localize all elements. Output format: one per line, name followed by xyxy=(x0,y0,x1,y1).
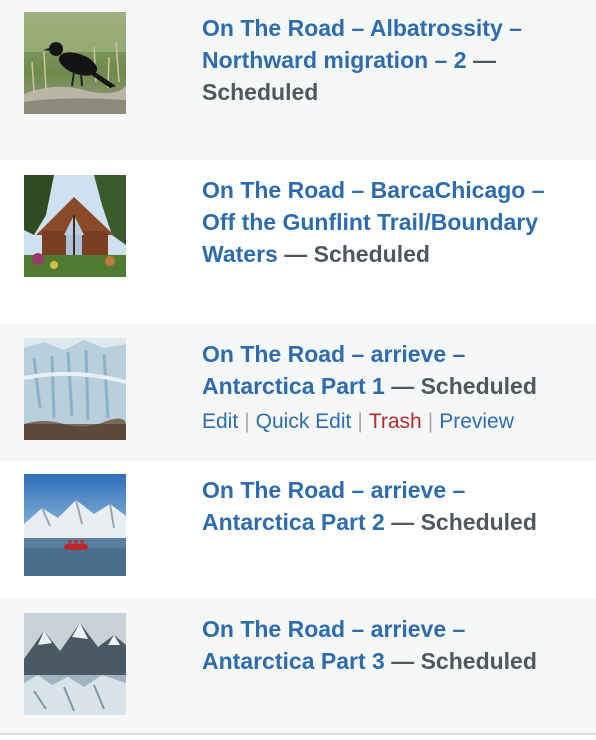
post-title-block: On The Road – arrieve – Antarctica Part … xyxy=(202,613,576,677)
post-status: Scheduled xyxy=(420,648,537,674)
em-dash: — xyxy=(284,241,308,267)
post-title-link[interactable]: Waters xyxy=(202,241,278,267)
post-title-link[interactable]: Antarctica Part 1 xyxy=(202,373,385,399)
post-thumbnail[interactable] xyxy=(24,175,126,277)
post-title-link[interactable]: On The Road – BarcaChicago – xyxy=(202,177,545,203)
log-cabin-photo xyxy=(24,175,126,277)
post-status: Scheduled xyxy=(313,241,430,267)
action-separator: | xyxy=(244,410,250,433)
post-title-block: On The Road – Albatrossity – Northward m… xyxy=(202,12,576,108)
post-list: On The Road – Albatrossity – Northward m… xyxy=(0,0,596,735)
post-status: Scheduled xyxy=(202,79,319,105)
post-title-block: On The Road – arrieve – Antarctica Part … xyxy=(202,474,576,538)
post-row: On The Road – arrieve – Antarctica Part … xyxy=(0,599,596,735)
em-dash: — xyxy=(472,47,496,73)
row-actions: Edit | Quick Edit | Trash | Preview xyxy=(202,408,576,436)
post-title-link[interactable]: On The Road – arrieve – xyxy=(202,477,465,503)
post-status: Scheduled xyxy=(420,509,537,535)
blackbird-photo xyxy=(24,12,126,114)
trash-link[interactable]: Trash xyxy=(369,410,422,433)
edit-link[interactable]: Edit xyxy=(202,410,238,433)
post-status: Scheduled xyxy=(420,373,537,399)
glacier-photo xyxy=(24,338,126,440)
post-title-link[interactable]: Antarctica Part 2 xyxy=(202,509,385,535)
post-row: On The Road – arrieve – Antarctica Part … xyxy=(0,324,596,461)
post-row: On The Road – arrieve – Antarctica Part … xyxy=(0,461,596,599)
preview-link[interactable]: Preview xyxy=(439,410,514,433)
post-row: On The Road – BarcaChicago – Off the Gun… xyxy=(0,160,596,324)
post-title-link[interactable]: Antarctica Part 3 xyxy=(202,648,385,674)
em-dash: — xyxy=(391,509,415,535)
action-separator: | xyxy=(357,410,363,433)
action-separator: | xyxy=(427,410,434,433)
post-row: On The Road – Albatrossity – Northward m… xyxy=(0,0,596,160)
zodiac-boat-photo xyxy=(24,474,126,576)
post-thumbnail[interactable] xyxy=(24,12,126,114)
post-title-block: On The Road – BarcaChicago – Off the Gun… xyxy=(202,174,576,270)
em-dash: — xyxy=(391,373,415,399)
post-title-link[interactable]: On The Road – Albatrossity – xyxy=(202,15,522,41)
post-thumbnail[interactable] xyxy=(24,338,126,440)
post-title-link[interactable]: On The Road – arrieve – xyxy=(202,616,465,642)
post-thumbnail[interactable] xyxy=(24,613,126,715)
post-title-link[interactable]: On The Road – arrieve – xyxy=(202,341,465,367)
ice-mountains-photo xyxy=(24,613,126,715)
post-title-link[interactable]: Off the Gunflint Trail/Boundary xyxy=(202,209,538,235)
post-title-block: On The Road – arrieve – Antarctica Part … xyxy=(202,338,576,436)
post-thumbnail[interactable] xyxy=(24,474,126,576)
post-title-link[interactable]: Northward migration – 2 xyxy=(202,47,467,73)
quick-edit-link[interactable]: Quick Edit xyxy=(256,410,352,433)
em-dash: — xyxy=(391,648,415,674)
